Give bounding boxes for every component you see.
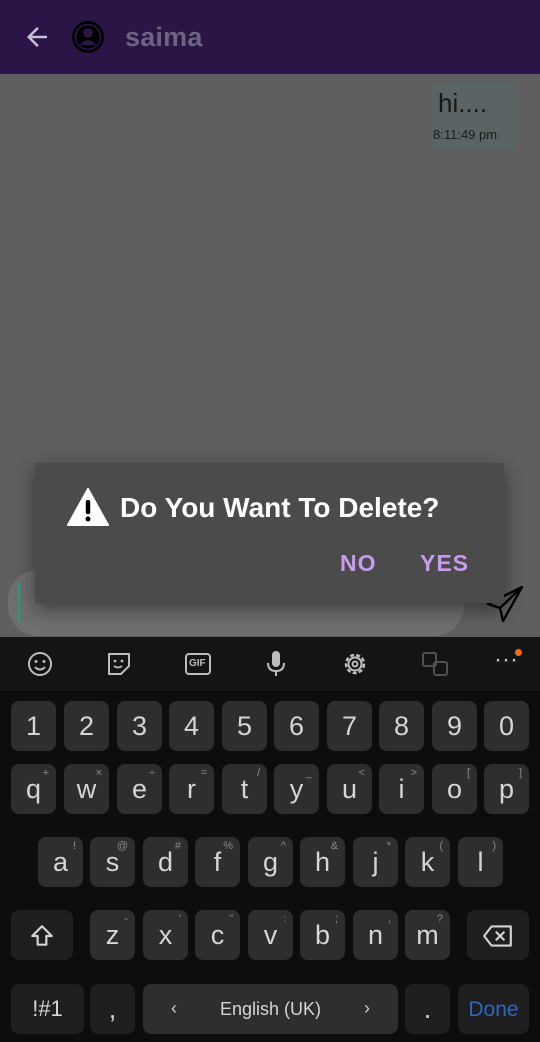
key-e[interactable]: ÷ e (117, 764, 162, 814)
yes-button[interactable]: YES (420, 550, 469, 577)
key-v[interactable]: :v (248, 910, 293, 960)
key-l[interactable]: ) l (458, 837, 503, 887)
text-cursor (18, 582, 20, 622)
arrow-left-icon[interactable] (22, 22, 52, 52)
key-0[interactable]: 0 (484, 701, 529, 751)
sticker-icon[interactable] (104, 649, 134, 679)
key-d[interactable]: # d (143, 837, 188, 887)
key-2[interactable]: 2 (64, 701, 109, 751)
warning-icon (67, 488, 109, 526)
user-avatar-icon[interactable] (71, 20, 105, 54)
key-u[interactable]: < u (327, 764, 372, 814)
language-label: English (UK) (219, 999, 322, 1019)
chat-title: saima (125, 22, 203, 52)
backspace-key[interactable] (467, 910, 529, 960)
key-q[interactable]: + q (11, 764, 56, 814)
gif-icon[interactable]: GIF (183, 649, 213, 679)
notification-dot (515, 649, 522, 656)
period-key[interactable]: . (405, 984, 450, 1034)
symbols-key[interactable]: !#1 (11, 984, 84, 1034)
dialog-message: Do You Want To Delete? (120, 492, 440, 523)
key-n[interactable]: ,n (353, 910, 398, 960)
key-x[interactable]: ' x (143, 910, 188, 960)
key-8[interactable]: 8 (379, 701, 424, 751)
key-c[interactable]: " c (195, 910, 240, 960)
key-w[interactable]: × w (64, 764, 109, 814)
key-g[interactable]: ^ g (248, 837, 293, 887)
comma-key[interactable]: , (90, 984, 135, 1034)
settings-icon[interactable] (340, 649, 370, 679)
done-key[interactable]: Done (458, 984, 529, 1034)
key-o[interactable]: [o (432, 764, 477, 814)
key-f[interactable]: % f (195, 837, 240, 887)
key-5[interactable]: 5 (222, 701, 267, 751)
app-bar: saima (0, 0, 540, 74)
microphone-icon[interactable] (261, 649, 291, 679)
key-i[interactable]: > i (379, 764, 424, 814)
translate-icon[interactable] (420, 649, 450, 679)
gif-label: GIF (189, 658, 206, 669)
shift-key[interactable] (11, 910, 73, 960)
key-j[interactable]: * j (353, 837, 398, 887)
space-key[interactable]: ‹ English (UK) › (143, 984, 398, 1034)
key-k[interactable]: (k (405, 837, 450, 887)
message-time: 8:11:49 pm (433, 127, 498, 142)
key-y[interactable]: _ y (274, 764, 319, 814)
message-text: hi.... (438, 88, 488, 118)
key-z[interactable]: -z (90, 910, 135, 960)
key-t[interactable]: / t (222, 764, 267, 814)
delete-dialog (35, 463, 504, 603)
key-3[interactable]: 3 (117, 701, 162, 751)
key-1[interactable]: 1 (11, 701, 56, 751)
key-4[interactable]: 4 (169, 701, 214, 751)
key-m[interactable]: ? m (405, 910, 450, 960)
key-a[interactable]: ! a (38, 837, 83, 887)
key-7[interactable]: 7 (327, 701, 372, 751)
emoji-icon[interactable] (25, 649, 55, 679)
key-p[interactable]: ] p (484, 764, 529, 814)
backspace-icon (483, 925, 512, 947)
key-h[interactable]: & h (300, 837, 345, 887)
shift-icon (31, 925, 53, 946)
key-r[interactable]: = r (169, 764, 214, 814)
key-9[interactable]: 9 (432, 701, 477, 751)
no-button[interactable]: NO (340, 550, 377, 577)
key-s[interactable]: @ s (90, 837, 135, 887)
key-6[interactable]: 6 (274, 701, 319, 751)
language-right-icon: › (364, 998, 370, 1018)
key-b[interactable]: ; b (300, 910, 345, 960)
